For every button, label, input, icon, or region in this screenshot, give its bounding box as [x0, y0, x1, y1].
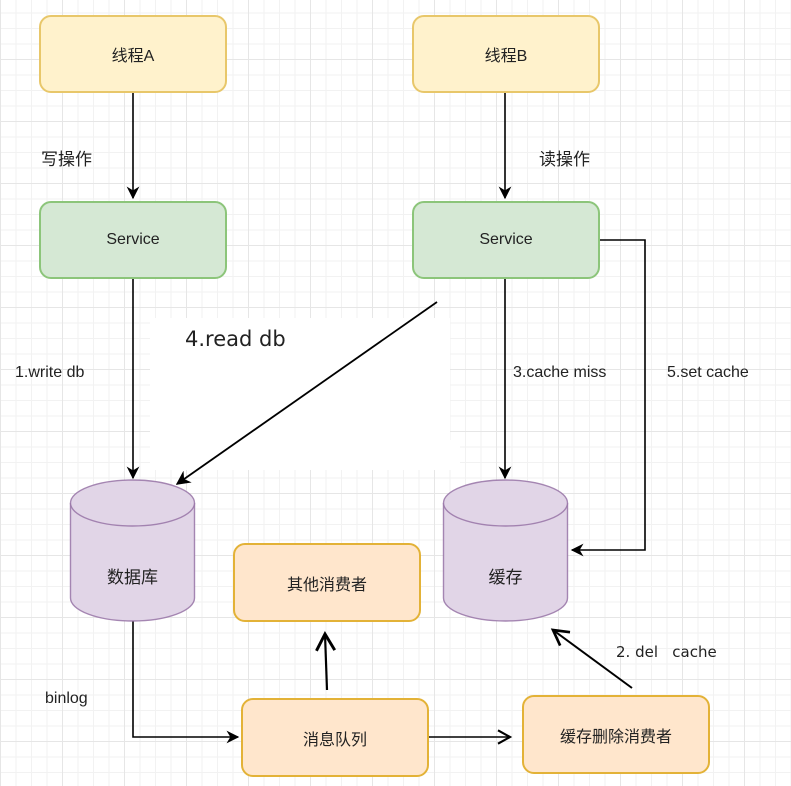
node-thread-b-label: 线程B [484, 48, 528, 65]
node-database[interactable]: 数据库 [69, 479, 196, 623]
node-message-queue[interactable]: 消息队列 [241, 698, 429, 777]
edge-set-cache [570, 239, 646, 557]
cache-cylinder-icon [442, 479, 569, 622]
label-binlog: binlog [45, 690, 88, 707]
edges-layer [126, 93, 646, 745]
node-cache-label: 缓存 [488, 568, 523, 587]
node-service-b-label: Service [479, 231, 533, 248]
node-other-consumers-label: 其他消费者 [286, 576, 367, 594]
node-thread-a[interactable]: 线程A [39, 15, 227, 93]
label-cache-miss: 3.cache miss [513, 364, 607, 381]
label-read-db: 4.read db [185, 327, 286, 351]
node-cache[interactable]: 缓存 [442, 479, 569, 623]
database-cylinder-icon [69, 479, 196, 622]
edge-binlog [132, 621, 240, 744]
node-message-queue-label: 消息队列 [302, 731, 367, 749]
edge-to-other-consumers [315, 630, 337, 691]
node-thread-a-label: 线程A [111, 48, 155, 65]
node-cache-delete-consumer[interactable]: 缓存删除消费者 [522, 695, 710, 774]
node-cache-delete-consumer-label: 缓存删除消费者 [559, 728, 672, 746]
label-write-db: 1.write db [15, 364, 85, 381]
node-service-a[interactable]: Service [39, 201, 227, 279]
label-read-op: 读操作 [539, 150, 590, 169]
node-service-b[interactable]: Service [412, 201, 600, 279]
node-other-consumers[interactable]: 其他消费者 [233, 543, 421, 622]
node-thread-b[interactable]: 线程B [412, 15, 600, 93]
node-database-label: 数据库 [107, 568, 158, 587]
label-set-cache: 5.set cache [667, 364, 749, 381]
node-service-a-label: Service [106, 231, 160, 248]
label-write-op: 写操作 [41, 150, 92, 169]
label-del-cache: 2. del cache [616, 643, 717, 661]
